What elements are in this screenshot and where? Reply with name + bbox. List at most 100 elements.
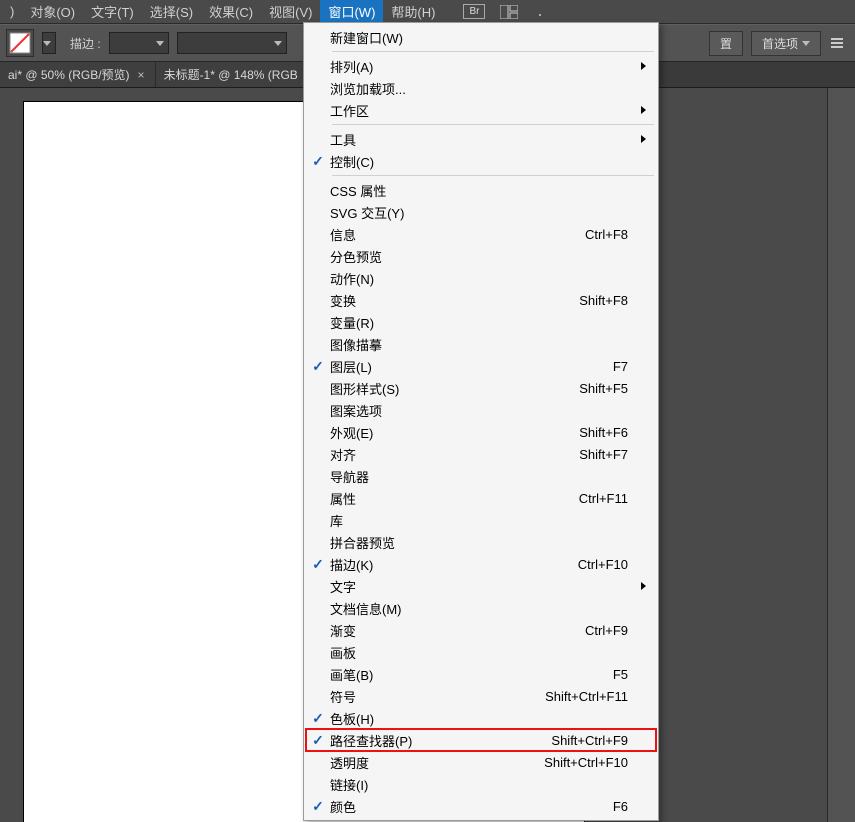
menu-item-label: 外观(E) — [330, 423, 373, 442]
menu-separator — [332, 175, 654, 176]
menubar-icons: Br — [463, 3, 553, 21]
stroke-style-dropdown[interactable] — [177, 32, 287, 54]
menu-item[interactable]: 链接(I) — [306, 773, 656, 795]
menu-item[interactable]: 变换Shift+F8 — [306, 289, 656, 311]
stroke-label: 描边 : — [70, 35, 101, 52]
preferences-button-label: 首选项 — [762, 35, 798, 52]
menu-item-shortcut: Ctrl+F11 — [579, 491, 656, 506]
menu-item-label: 新建窗口(W) — [330, 28, 403, 47]
submenu-arrow-icon — [641, 135, 646, 143]
chevron-down-icon — [43, 41, 51, 46]
menu-item[interactable]: 变量(R) — [306, 311, 656, 333]
menu-item[interactable]: 信息Ctrl+F8 — [306, 223, 656, 245]
menu-item-label: 信息 — [330, 225, 356, 244]
document-tab[interactable]: 未标题-1* @ 148% (RGB — [156, 62, 309, 87]
menu-item[interactable]: 动作(N) — [306, 267, 656, 289]
document-tab-label: ai* @ 50% (RGB/预览) — [8, 66, 130, 83]
menu-item-label: 路径查找器(P) — [330, 731, 412, 750]
menu-item[interactable]: CSS 属性 — [306, 179, 656, 201]
menu-item-label: 分色预览 — [330, 247, 382, 266]
menu-item[interactable]: 分色预览 — [306, 245, 656, 267]
menu-item[interactable]: 符号Shift+Ctrl+F11 — [306, 685, 656, 707]
menu-item-label: 图像描摹 — [330, 335, 382, 354]
menu-truncated[interactable]: ) — [2, 1, 22, 22]
chevron-down-icon — [274, 41, 282, 46]
menu-item[interactable]: ✓色板(H) — [306, 707, 656, 729]
document-tab[interactable]: ai* @ 50% (RGB/预览) × — [0, 62, 156, 87]
no-fill-swatch[interactable] — [6, 29, 34, 57]
menu-item-label: 工具 — [330, 130, 356, 149]
menu-item-label: 画笔(B) — [330, 665, 373, 684]
menu-item[interactable]: 透明度Shift+Ctrl+F10 — [306, 751, 656, 773]
menu-item-shortcut: Shift+F6 — [579, 425, 656, 440]
menu-item-shortcut: Shift+F8 — [579, 293, 656, 308]
menu-effect[interactable]: 效果(C) — [201, 0, 261, 24]
arrange-documents-icon[interactable] — [499, 3, 519, 21]
menu-item[interactable]: 拼合器预览 — [306, 531, 656, 553]
menu-item-label: 颜色 — [330, 797, 356, 816]
menu-help[interactable]: 帮助(H) — [383, 0, 443, 24]
menu-item-label: 工作区 — [330, 101, 369, 120]
menu-item[interactable]: 浏览加载项... — [306, 77, 656, 99]
menu-item[interactable]: 图形样式(S)Shift+F5 — [306, 377, 656, 399]
menu-item[interactable]: 工具 — [306, 128, 656, 150]
menu-item[interactable]: ✓路径查找器(P)Shift+Ctrl+F9 — [306, 729, 656, 751]
menu-item-label: 文字 — [330, 577, 356, 596]
checkmark-icon: ✓ — [306, 710, 330, 727]
menu-type[interactable]: 文字(T) — [83, 0, 142, 24]
menu-item-label: 对齐 — [330, 445, 356, 464]
checkmark-icon: ✓ — [306, 732, 330, 749]
menu-item[interactable]: 渐变Ctrl+F9 — [306, 619, 656, 641]
panel-menu-icon[interactable] — [829, 34, 849, 52]
menu-view[interactable]: 视图(V) — [261, 0, 320, 24]
menu-item[interactable]: 画笔(B)F5 — [306, 663, 656, 685]
menu-item-shortcut: Ctrl+F9 — [585, 623, 656, 638]
stroke-weight-field[interactable] — [109, 32, 169, 54]
preferences-button[interactable]: 首选项 — [751, 31, 821, 56]
menu-item[interactable]: ✓控制(C) — [306, 150, 656, 172]
menu-item[interactable]: 新建窗口(W) — [306, 26, 656, 48]
menubar: ) 对象(O) 文字(T) 选择(S) 效果(C) 视图(V) 窗口(W) 帮助… — [0, 0, 855, 24]
menu-item-label: 浏览加载项... — [330, 79, 406, 98]
menu-select[interactable]: 选择(S) — [142, 0, 201, 24]
menu-object[interactable]: 对象(O) — [22, 0, 83, 24]
menu-item-label: 变量(R) — [330, 313, 374, 332]
menu-item-label: 控制(C) — [330, 152, 374, 171]
menu-separator — [332, 124, 654, 125]
menu-item-label: 透明度 — [330, 753, 369, 772]
menu-item[interactable]: 图案选项 — [306, 399, 656, 421]
menu-item[interactable]: 工作区 — [306, 99, 656, 121]
menu-item-label: 动作(N) — [330, 269, 374, 288]
menu-item[interactable]: 库 — [306, 509, 656, 531]
menu-item[interactable]: 导航器 — [306, 465, 656, 487]
fill-dropdown[interactable] — [42, 32, 56, 54]
menu-item[interactable]: 文字 — [306, 575, 656, 597]
menu-item-label: 库 — [330, 511, 343, 530]
menu-item[interactable]: 外观(E) Shift+F6 — [306, 421, 656, 443]
menu-item[interactable]: ✓颜色F6 — [306, 795, 656, 817]
menu-item[interactable]: SVG 交互(Y) — [306, 201, 656, 223]
rocket-icon[interactable] — [533, 3, 553, 21]
settings-button[interactable]: 置 — [709, 31, 743, 56]
menu-item-label: 文档信息(M) — [330, 599, 402, 618]
menu-item-label: SVG 交互(Y) — [330, 203, 404, 222]
menu-item[interactable]: 对齐 Shift+F7 — [306, 443, 656, 465]
menu-item[interactable]: 画板 — [306, 641, 656, 663]
menu-item[interactable]: 属性Ctrl+F11 — [306, 487, 656, 509]
menu-item-label: 画板 — [330, 643, 356, 662]
submenu-arrow-icon — [641, 582, 646, 590]
checkmark-icon: ✓ — [306, 358, 330, 375]
menu-item-shortcut: Shift+F7 — [579, 447, 656, 462]
menu-item[interactable]: ✓图层(L)F7 — [306, 355, 656, 377]
submenu-arrow-icon — [641, 62, 646, 70]
submenu-arrow-icon — [641, 106, 646, 114]
close-icon[interactable]: × — [138, 68, 145, 82]
menu-item[interactable]: 文档信息(M) — [306, 597, 656, 619]
right-panel-dock[interactable] — [827, 88, 855, 822]
menu-item[interactable]: 图像描摹 — [306, 333, 656, 355]
menu-item[interactable]: 排列(A) — [306, 55, 656, 77]
bridge-icon[interactable]: Br — [463, 4, 485, 19]
menu-item[interactable]: ✓描边(K)Ctrl+F10 — [306, 553, 656, 575]
menu-window[interactable]: 窗口(W) — [320, 0, 383, 24]
menu-item-label: 导航器 — [330, 467, 369, 486]
